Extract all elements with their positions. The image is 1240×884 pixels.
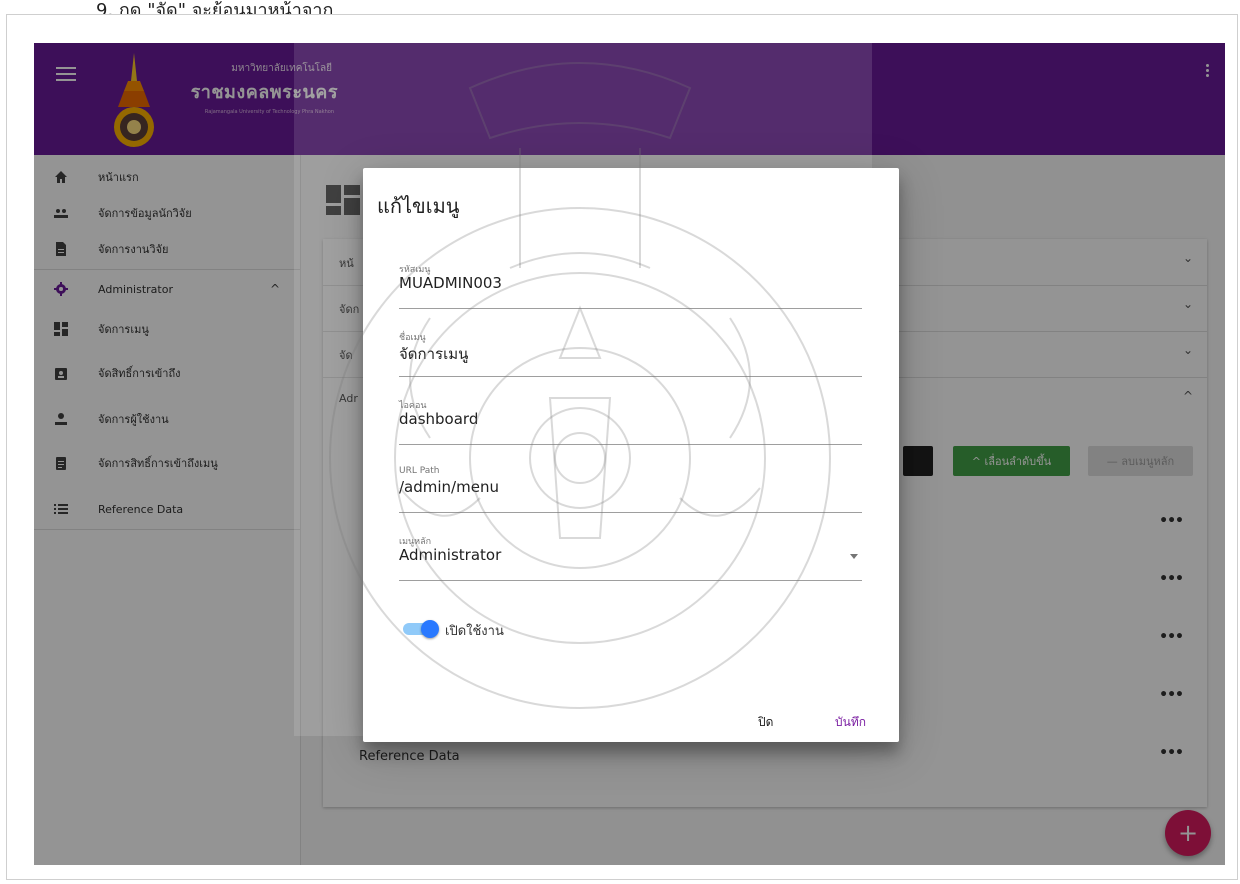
enable-toggle-label: เปิดใช้งาน [445,624,504,639]
field-value[interactable]: dashboard [399,410,478,428]
field-value[interactable]: MUADMIN003 [399,274,502,292]
main-menu-select[interactable]: เมนูหลัก Administrator [399,532,862,581]
field-value[interactable]: Administrator [399,546,501,564]
enable-toggle[interactable] [403,620,439,638]
dialog-title: แก้ไขเมนู [377,194,460,218]
field-value[interactable]: /admin/menu [399,478,499,496]
field-value[interactable]: จัดการเมนู [399,342,468,366]
menu-name-field[interactable]: ชื่อเมนู จัดการเมนู [399,328,862,377]
field-label: URL Path [399,466,440,476]
menu-code-field[interactable]: รหัสเมนู MUADMIN003 [399,260,862,309]
edit-menu-dialog: แก้ไขเมนู รหัสเมนู MUADMIN003 ชื่อเมนู จ… [363,168,899,742]
close-button[interactable]: ปิด [758,713,773,732]
icon-field[interactable]: ไอคอน dashboard [399,396,862,445]
dropdown-arrow-icon[interactable] [850,554,858,559]
save-button[interactable]: บันทึก [835,713,866,732]
toggle-knob[interactable] [421,620,439,638]
url-path-field[interactable]: URL Path /admin/menu [399,464,862,513]
